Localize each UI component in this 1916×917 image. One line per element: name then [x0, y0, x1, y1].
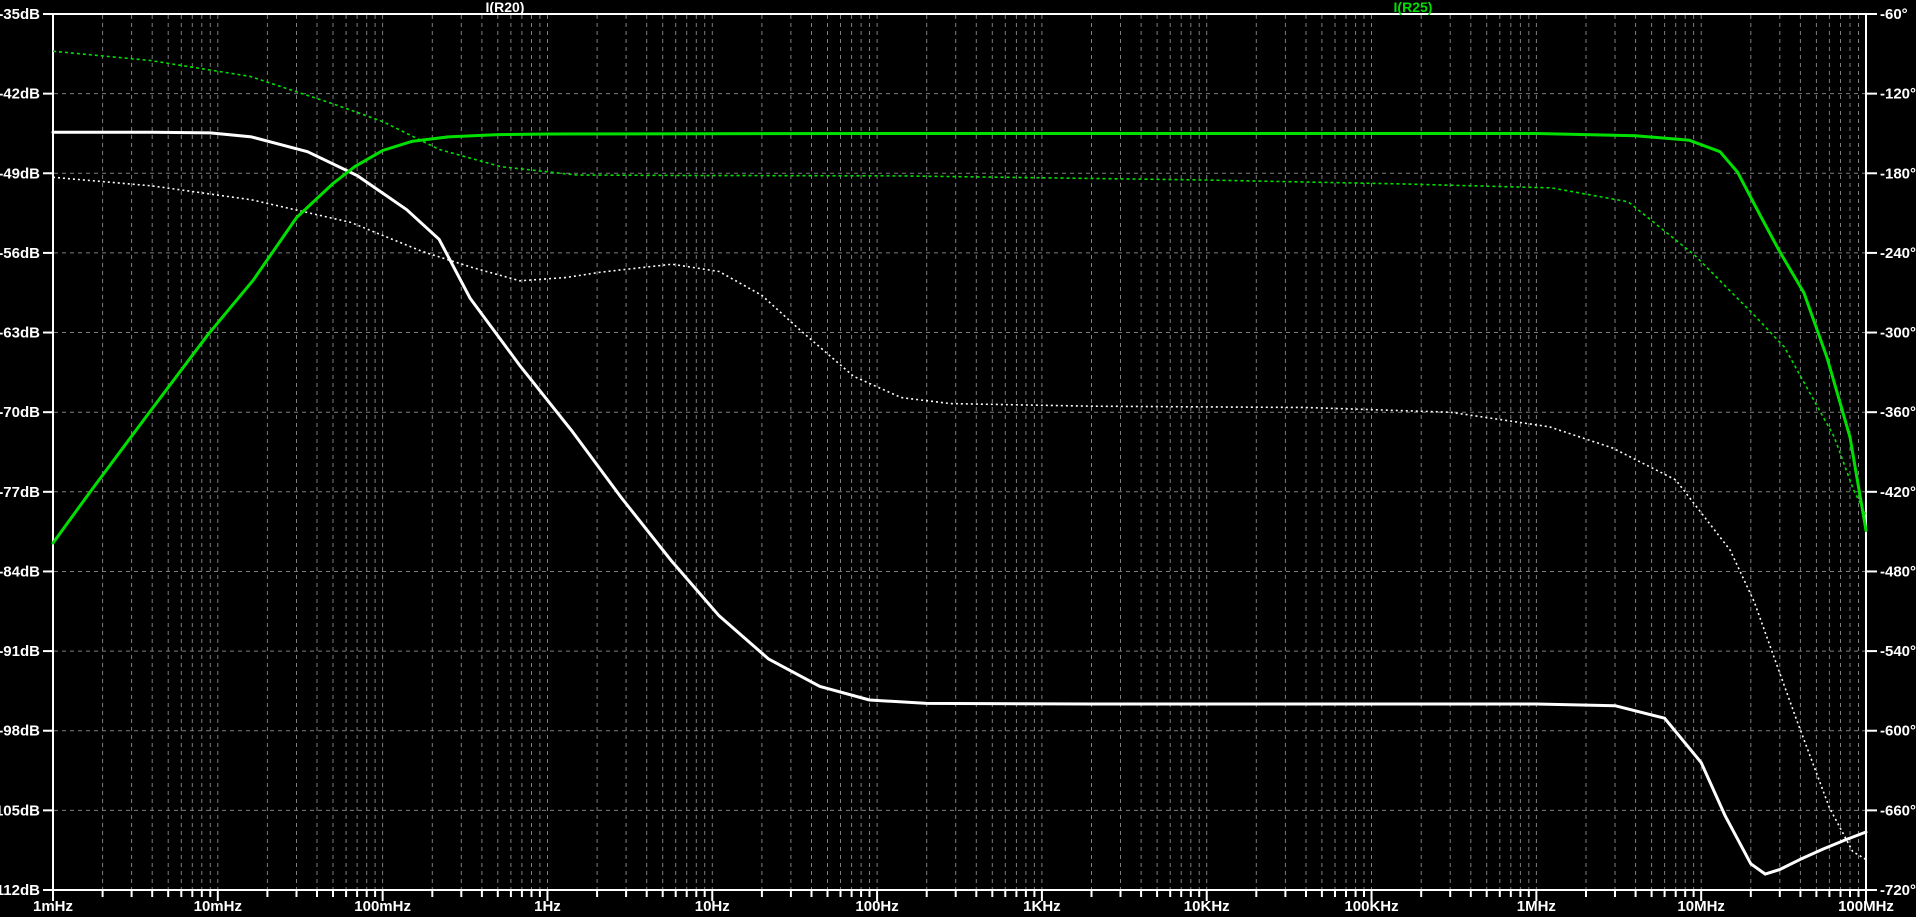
- svg-text:-120°: -120°: [1880, 86, 1916, 103]
- svg-text:10Hz: 10Hz: [695, 898, 730, 915]
- trace-label-ir25[interactable]: I(R25): [1394, 0, 1433, 15]
- svg-text:-98dB: -98dB: [0, 723, 40, 740]
- svg-text:1mHz: 1mHz: [33, 898, 73, 915]
- svg-text:-240°: -240°: [1880, 245, 1916, 262]
- svg-text:-63dB: -63dB: [0, 325, 40, 342]
- svg-text:-42dB: -42dB: [0, 86, 40, 103]
- svg-text:-56dB: -56dB: [0, 245, 40, 262]
- svg-text:100MHz: 100MHz: [1838, 898, 1894, 915]
- svg-text:-49dB: -49dB: [0, 165, 40, 182]
- series-I(R20)-magnitude: [51, 130, 1868, 876]
- trace-label-ir20[interactable]: I(R20): [486, 0, 525, 15]
- svg-text:-660°: -660°: [1880, 802, 1916, 819]
- svg-text:-360°: -360°: [1880, 404, 1916, 421]
- svg-text:100mHz: 100mHz: [354, 898, 411, 915]
- svg-text:-91dB: -91dB: [0, 643, 40, 660]
- y-axis-left-labels: -35dB -42dB -49dB -56dB -63dB -70dB -77dB -84dB…: [0, 6, 53, 899]
- svg-text:-180°: -180°: [1880, 165, 1916, 182]
- svg-text:10KHz: 10KHz: [1184, 898, 1230, 915]
- axes: [43, 13, 1877, 901]
- svg-text:1MHz: 1MHz: [1517, 898, 1556, 915]
- svg-text:-84dB: -84dB: [0, 563, 40, 580]
- x-axis-labels: 1mHz 10mHz 100mHz 1Hz 10Hz 100Hz 1KHz 10KHz 100K…: [33, 890, 1894, 915]
- series-I(R20)-phase: [52, 176, 1867, 861]
- svg-text:-480°: -480°: [1880, 563, 1916, 580]
- svg-text:-112dB: -112dB: [0, 882, 40, 899]
- waveform-viewer-pane: -35dB -42dB -49dB -56dB -63dB -70dB -77dB -84dB…: [0, 0, 1916, 917]
- svg-text:-105dB: -105dB: [0, 802, 40, 819]
- traces: [51, 50, 1868, 876]
- svg-text:-600°: -600°: [1880, 723, 1916, 740]
- svg-text:10MHz: 10MHz: [1677, 898, 1725, 915]
- svg-text:-70dB: -70dB: [0, 404, 40, 421]
- svg-text:-35dB: -35dB: [0, 6, 40, 23]
- svg-text:-540°: -540°: [1880, 643, 1916, 660]
- svg-text:-300°: -300°: [1880, 325, 1916, 342]
- series-I(R25)-phase: [52, 50, 1867, 516]
- svg-text:-420°: -420°: [1880, 484, 1916, 501]
- svg-text:10mHz: 10mHz: [194, 898, 242, 915]
- svg-text:1KHz: 1KHz: [1023, 898, 1061, 915]
- svg-text:100Hz: 100Hz: [855, 898, 898, 915]
- svg-text:-720°: -720°: [1880, 882, 1916, 899]
- y-axis-right-labels: -60° -120° -180° -240° -300° -360° -420° -480° -…: [1866, 6, 1916, 899]
- grid: [54, 15, 1865, 889]
- svg-text:-77dB: -77dB: [0, 484, 40, 501]
- svg-text:100KHz: 100KHz: [1344, 898, 1398, 915]
- bode-plot-canvas[interactable]: -35dB -42dB -49dB -56dB -63dB -70dB -77dB -84dB…: [0, 0, 1916, 917]
- svg-text:-60°: -60°: [1880, 6, 1908, 23]
- svg-text:1Hz: 1Hz: [534, 898, 561, 915]
